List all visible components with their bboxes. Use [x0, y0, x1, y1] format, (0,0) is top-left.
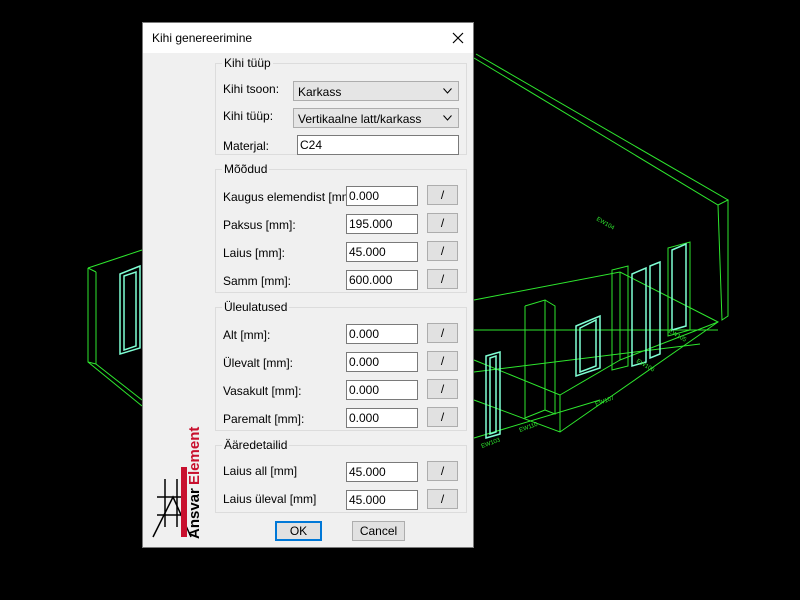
brand-text-element: Element — [186, 427, 203, 485]
dimensions-legend: Mõõdud — [222, 162, 270, 176]
width-input[interactable]: 45.000 — [346, 242, 418, 262]
dimension-label: Paksus [mm]: — [223, 218, 296, 232]
type-select-value: Vertikaalne latt/karkass — [298, 112, 422, 126]
pick-button[interactable]: / — [427, 323, 458, 343]
material-label: Materjal: — [223, 139, 270, 153]
left-overhang-input[interactable]: 0.000 — [346, 380, 418, 400]
pick-button[interactable]: / — [427, 379, 458, 399]
ansvar-element-logo: Ansvar Element — [151, 397, 211, 547]
bottom-overhang-input[interactable]: 0.000 — [346, 324, 418, 344]
zone-select[interactable]: Karkass — [293, 81, 459, 101]
type-select[interactable]: Vertikaalne latt/karkass — [293, 108, 459, 128]
cancel-button[interactable]: Cancel — [352, 521, 405, 541]
zone-label: Kihi tsoon: — [223, 82, 280, 96]
close-icon — [452, 32, 464, 44]
dialog-title: Kihi genereerimine — [152, 31, 253, 45]
pick-button[interactable]: / — [427, 185, 458, 205]
pick-button[interactable]: / — [427, 461, 458, 481]
overhang-label: Vasakult [mm]: — [223, 384, 302, 398]
edge-label: Laius üleval [mm] — [223, 492, 317, 506]
layer-type-legend: Kihi tüüp — [222, 56, 273, 70]
dimension-label: Kaugus elemendist [mm]: — [223, 190, 359, 204]
dimension-label: Laius [mm]: — [223, 246, 286, 260]
offset-input[interactable]: 0.000 — [346, 186, 418, 206]
type-label: Kihi tüüp: — [223, 109, 274, 123]
pick-button[interactable]: / — [427, 241, 458, 261]
pick-button[interactable]: / — [427, 269, 458, 289]
svg-text:EW107: EW107 — [595, 395, 616, 408]
top-width-input[interactable]: 45.000 — [346, 490, 418, 510]
pick-button[interactable]: / — [427, 407, 458, 427]
brand-text-ansvar: Ansvar — [186, 488, 203, 539]
pick-button[interactable]: / — [427, 489, 458, 509]
layer-generation-dialog: Kihi genereerimine Ansvar Element Kihi t… — [142, 22, 474, 548]
close-button[interactable] — [443, 23, 473, 53]
spacing-input[interactable]: 600.000 — [346, 270, 418, 290]
chevron-down-icon — [443, 115, 452, 121]
bottom-width-input[interactable]: 45.000 — [346, 462, 418, 482]
material-input[interactable]: C24 — [297, 135, 459, 155]
overhangs-legend: Üleulatused — [222, 300, 290, 314]
zone-select-value: Karkass — [298, 85, 342, 99]
right-overhang-input[interactable]: 0.000 — [346, 408, 418, 428]
overhang-label: Alt [mm]: — [223, 328, 271, 342]
chevron-down-icon — [443, 88, 452, 94]
overhang-label: Ülevalt [mm]: — [223, 356, 294, 370]
overhang-label: Paremalt [mm]: — [223, 412, 305, 426]
edge-details-legend: Ääredetailid — [222, 438, 290, 452]
pick-button[interactable]: / — [427, 351, 458, 371]
ok-button[interactable]: OK — [275, 521, 322, 541]
svg-text:EW104: EW104 — [595, 217, 616, 232]
edge-label: Laius all [mm] — [223, 464, 298, 478]
pick-button[interactable]: / — [427, 213, 458, 233]
svg-text:EW105: EW105 — [667, 329, 688, 344]
title-bar[interactable]: Kihi genereerimine — [143, 23, 473, 53]
dimension-label: Samm [mm]: — [223, 274, 291, 288]
svg-text:EW103: EW103 — [481, 437, 502, 450]
top-overhang-input[interactable]: 0.000 — [346, 352, 418, 372]
thickness-input[interactable]: 195.000 — [346, 214, 418, 234]
